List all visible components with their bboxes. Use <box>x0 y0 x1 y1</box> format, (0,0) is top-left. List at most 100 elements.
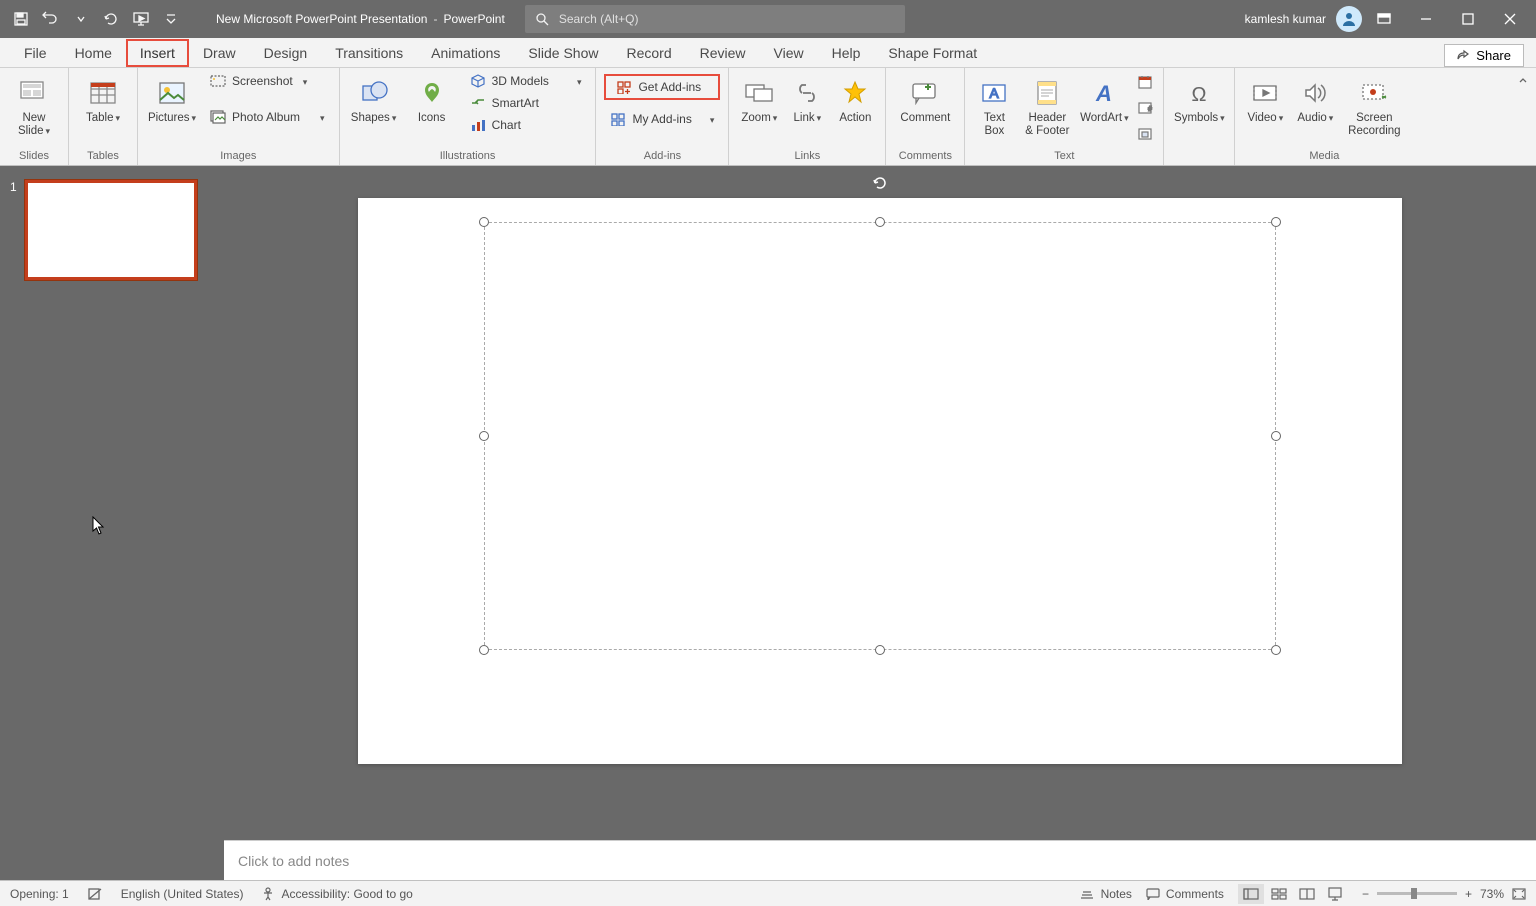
tab-file[interactable]: File <box>10 39 61 67</box>
photo-album-button[interactable]: Photo Album <box>204 108 331 126</box>
table-button[interactable]: Table <box>77 72 129 125</box>
reading-view-icon[interactable] <box>1294 884 1320 904</box>
save-icon[interactable] <box>8 6 34 32</box>
zoom-in-icon[interactable]: + <box>1465 887 1472 901</box>
slide-thumbnail-1[interactable] <box>25 180 197 280</box>
get-addins-button[interactable]: Get Add-ins <box>604 74 720 100</box>
icons-icon <box>415 76 449 110</box>
audio-button[interactable]: Audio <box>1293 72 1337 125</box>
close-icon[interactable] <box>1490 0 1530 38</box>
fit-to-window-icon[interactable] <box>1512 888 1526 900</box>
tab-home[interactable]: Home <box>61 39 126 67</box>
slide-number-button[interactable]: # <box>1135 98 1155 118</box>
search-input[interactable]: Search (Alt+Q) <box>525 5 905 33</box>
tab-insert[interactable]: Insert <box>126 39 189 67</box>
object-icon <box>1137 126 1153 142</box>
tab-transitions[interactable]: Transitions <box>321 39 417 67</box>
symbols-label: Symbols <box>1174 112 1225 125</box>
zoom-level[interactable]: 73% <box>1480 887 1504 901</box>
normal-view-icon[interactable] <box>1238 884 1264 904</box>
content-placeholder[interactable] <box>484 222 1276 650</box>
date-time-button[interactable] <box>1135 72 1155 92</box>
tab-slideshow[interactable]: Slide Show <box>514 39 612 67</box>
my-addins-button[interactable]: My Add-ins <box>604 110 720 128</box>
ribbon-display-options-icon[interactable] <box>1364 0 1404 38</box>
svg-text:A: A <box>1095 81 1112 105</box>
3d-models-label: 3D Models <box>492 74 549 88</box>
zoom-slider[interactable] <box>1377 892 1457 895</box>
comments-toggle[interactable]: Comments <box>1146 887 1224 901</box>
resize-handle-ne[interactable] <box>1271 217 1281 227</box>
icons-button[interactable]: Icons <box>406 72 458 125</box>
notes-toggle[interactable]: Notes <box>1079 887 1132 901</box>
wordart-button[interactable]: A WordArt <box>1079 72 1129 125</box>
audio-icon <box>1298 76 1332 110</box>
resize-handle-nw[interactable] <box>479 217 489 227</box>
status-language[interactable]: English (United States) <box>121 887 244 901</box>
new-slide-button[interactable]: New Slide <box>8 72 60 138</box>
slide-canvas[interactable] <box>358 198 1402 764</box>
undo-icon[interactable] <box>38 6 64 32</box>
slide-sorter-view-icon[interactable] <box>1266 884 1292 904</box>
present-from-beginning-icon[interactable] <box>128 6 154 32</box>
chevron-down-icon <box>316 110 325 124</box>
icons-label: Icons <box>418 112 446 125</box>
minimize-icon[interactable] <box>1406 0 1446 38</box>
maximize-icon[interactable] <box>1448 0 1488 38</box>
tab-view[interactable]: View <box>760 39 818 67</box>
header-footer-label: Header & Footer <box>1025 112 1069 138</box>
screenshot-button[interactable]: Screenshot <box>204 72 331 90</box>
resize-handle-e[interactable] <box>1271 431 1281 441</box>
zoom-out-icon[interactable]: − <box>1362 887 1369 901</box>
tab-review[interactable]: Review <box>686 39 760 67</box>
thumb-row-1[interactable]: 1 <box>10 180 214 280</box>
customize-qat-icon[interactable] <box>158 6 184 32</box>
group-label-tables: Tables <box>77 148 129 165</box>
tab-animations[interactable]: Animations <box>417 39 514 67</box>
text-box-button[interactable]: A Text Box <box>973 72 1015 138</box>
spell-check-icon[interactable] <box>87 887 103 901</box>
symbols-button[interactable]: Ω Symbols <box>1172 72 1226 125</box>
slideshow-view-icon[interactable] <box>1322 884 1348 904</box>
3d-models-button[interactable]: 3D Models <box>464 72 588 90</box>
shapes-button[interactable]: Shapes <box>348 72 400 125</box>
header-footer-button[interactable]: Header & Footer <box>1021 72 1073 138</box>
wordart-label: WordArt <box>1080 112 1129 125</box>
collapse-ribbon-icon[interactable] <box>1514 72 1532 90</box>
smartart-button[interactable]: SmartArt <box>464 94 588 112</box>
resize-handle-se[interactable] <box>1271 645 1281 655</box>
zoom-slider-thumb[interactable] <box>1411 888 1417 899</box>
tab-design[interactable]: Design <box>250 39 322 67</box>
resize-handle-s[interactable] <box>875 645 885 655</box>
resize-handle-sw[interactable] <box>479 645 489 655</box>
tab-record[interactable]: Record <box>612 39 685 67</box>
link-button[interactable]: Link <box>787 72 827 125</box>
object-button[interactable] <box>1135 124 1155 144</box>
title-sep: - <box>433 12 437 26</box>
redo-icon[interactable] <box>98 6 124 32</box>
tab-shape-format[interactable]: Shape Format <box>874 39 991 67</box>
slide-thumbnails-pane[interactable]: 1 <box>0 166 224 880</box>
tab-draw[interactable]: Draw <box>189 39 250 67</box>
resize-handle-w[interactable] <box>479 431 489 441</box>
action-button[interactable]: Action <box>833 72 877 125</box>
share-button[interactable]: Share <box>1444 44 1524 67</box>
status-accessibility[interactable]: Accessibility: Good to go <box>261 887 412 901</box>
zoom-button[interactable]: Zoom <box>737 72 781 125</box>
shapes-label: Shapes <box>351 112 397 125</box>
tab-help[interactable]: Help <box>818 39 875 67</box>
view-buttons <box>1238 884 1348 904</box>
comment-button[interactable]: Comment <box>894 72 956 125</box>
pictures-button[interactable]: Pictures <box>146 72 198 125</box>
zoom-control: − + 73% <box>1362 887 1526 901</box>
screen-recording-button[interactable]: Screen Recording <box>1343 72 1405 138</box>
share-icon <box>1457 49 1470 62</box>
screenshot-label: Screenshot <box>232 74 293 88</box>
video-button[interactable]: Video <box>1243 72 1287 125</box>
rotation-handle-icon[interactable] <box>869 172 891 194</box>
undo-more-icon[interactable] <box>68 6 94 32</box>
resize-handle-n[interactable] <box>875 217 885 227</box>
notes-pane[interactable]: Click to add notes <box>224 840 1536 880</box>
chart-button[interactable]: Chart <box>464 116 588 134</box>
avatar[interactable] <box>1336 6 1362 32</box>
